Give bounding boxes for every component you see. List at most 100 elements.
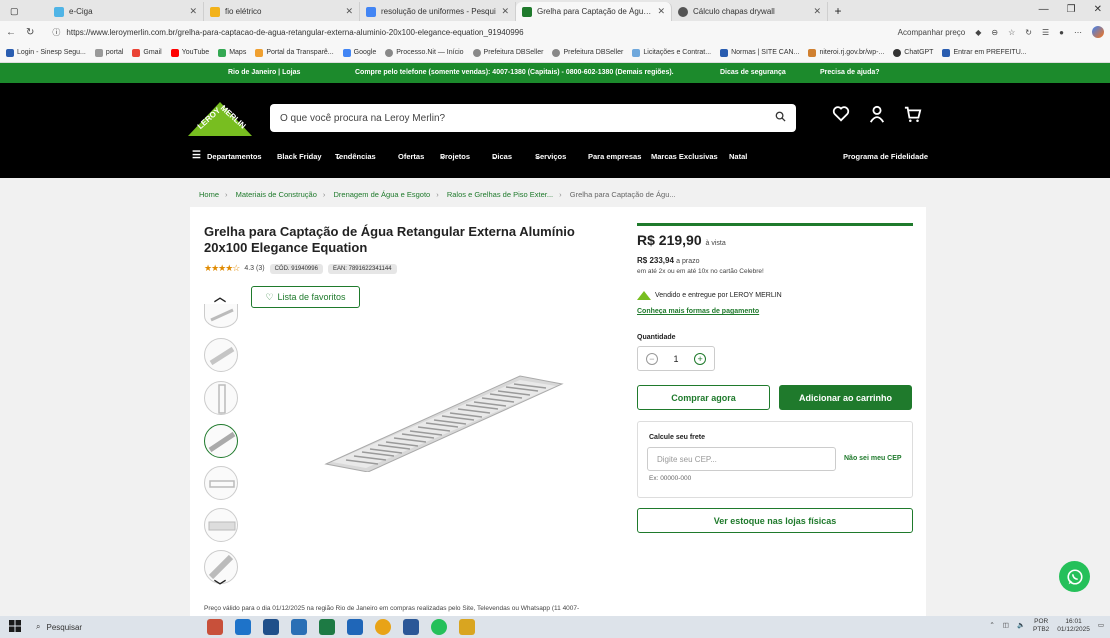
check-stock-button[interactable]: Ver estoque nas lojas físicas [637, 508, 913, 533]
user-icon[interactable] [868, 105, 886, 128]
quantity-value[interactable]: 1 [673, 354, 678, 364]
windows-start-icon[interactable] [9, 620, 21, 634]
bookmark-item[interactable]: portal [94, 48, 123, 57]
bookmark-item[interactable]: Normas | SITE CAN... [720, 48, 799, 57]
bookmark-item[interactable]: Prefeitura DBSeller [552, 48, 623, 57]
payment-methods-link[interactable]: Conheça mais formas de pagamento [637, 308, 759, 315]
bookmark-item[interactable]: Entrar em PREFEITU... [942, 48, 1027, 57]
tab-0[interactable]: e-Ciga ✕ [48, 2, 204, 21]
tab-actions-icon[interactable]: ▢ [10, 6, 19, 17]
rating-stars[interactable]: ★★★★☆ [204, 263, 240, 274]
nav-marcas-exclusivas[interactable]: Marcas Exclusivas [651, 152, 718, 161]
gallery-thumbnail-selected[interactable] [204, 424, 238, 458]
cart-icon[interactable] [904, 105, 922, 128]
close-tab-icon[interactable]: ✕ [813, 6, 821, 17]
chevron-up-icon[interactable]: ⌃ [989, 622, 994, 630]
refresh-extension-icon[interactable]: ↻ [1025, 28, 1032, 37]
network-icon[interactable]: ◫ [1003, 622, 1009, 630]
breadcrumb-item[interactable]: Drenagem de Água e Esgoto [334, 190, 431, 199]
file-explorer-icon[interactable] [459, 619, 475, 635]
nav-loyalty-program[interactable]: Programa de Fidelidade [843, 152, 928, 161]
tab-2[interactable]: resolução de uniformes - Pesqui ✕ [360, 2, 516, 21]
more-icon[interactable]: ⋯ [1074, 28, 1082, 37]
gallery-thumbnail[interactable] [204, 381, 238, 415]
close-tab-icon[interactable]: ✕ [189, 6, 197, 17]
whatsapp-button[interactable] [1059, 561, 1090, 592]
cep-input[interactable]: Digite seu CEP... [647, 447, 836, 471]
favorites-button[interactable]: ♡ Lista de favoritos [251, 286, 360, 308]
buy-now-button[interactable]: Comprar agora [637, 385, 770, 410]
volume-icon[interactable]: 🔈 [1017, 622, 1025, 630]
tag-icon[interactable]: ◆ [975, 28, 981, 37]
add-to-cart-button[interactable]: Adicionar ao carrinho [779, 385, 912, 410]
minus-icon[interactable]: − [645, 352, 658, 365]
gallery-thumbnail[interactable] [204, 304, 238, 328]
help-link[interactable]: Precisa de ajuda? [820, 69, 880, 76]
tab-1[interactable]: fio elétrico ✕ [204, 2, 360, 21]
chevron-up-icon[interactable]: ︿ [214, 288, 226, 305]
nav-natal[interactable]: Natal [729, 152, 747, 161]
leroy-merlin-logo[interactable]: LEROY MERLIN [186, 96, 254, 138]
bookmark-item[interactable]: Prefeitura DBSeller [472, 48, 543, 57]
bookmark-item[interactable]: Login - Sinesp Segu... [6, 48, 86, 57]
heart-icon[interactable] [832, 105, 850, 128]
reload-icon[interactable]: ↻ [26, 27, 34, 38]
bookmark-item[interactable]: Maps [218, 48, 246, 57]
edge-icon[interactable] [235, 619, 251, 635]
bookmark-item[interactable]: ChatGPT [893, 48, 933, 57]
minimize-icon[interactable]: — [1039, 4, 1049, 15]
site-info-icon[interactable]: ⓘ [52, 27, 60, 38]
app-icon[interactable] [207, 619, 223, 635]
plus-icon[interactable]: + [694, 352, 707, 365]
nav-para-empresas[interactable]: Para empresas [588, 152, 641, 161]
taskbar-search[interactable]: ⌕ Pesquisar [28, 619, 193, 635]
word-icon[interactable] [403, 619, 419, 635]
chrome-icon[interactable] [375, 619, 391, 635]
dont-know-cep-link[interactable]: Não sei meu CEP [844, 455, 902, 462]
close-tab-icon[interactable]: ✕ [345, 6, 353, 17]
app-icon[interactable] [263, 619, 279, 635]
zoom-icon[interactable]: ⊖ [991, 28, 998, 37]
chevron-down-icon[interactable]: ﹀ [214, 577, 226, 594]
url-field[interactable]: ⓘ https://www.leroymerlin.com.br/grelha-… [44, 24, 887, 41]
close-window-icon[interactable]: ✕ [1094, 4, 1102, 15]
gallery-thumbnail[interactable] [204, 466, 238, 500]
notification-icon[interactable]: ▭ [1098, 622, 1104, 630]
gallery-thumbnail[interactable] [204, 508, 238, 542]
bookmark-item[interactable]: Processo.Nit — Início [385, 48, 464, 57]
bookmark-item[interactable]: Portal da Transparê... [255, 48, 334, 57]
nav-departamentos[interactable]: Departamentos [207, 152, 262, 161]
tab-4[interactable]: Cálculo chapas drywall ✕ [672, 2, 828, 21]
rating-value[interactable]: 4.3 (3) [244, 265, 264, 272]
app-icon[interactable] [291, 619, 307, 635]
bookmark-item[interactable]: Google [342, 48, 376, 57]
back-icon[interactable]: ← [6, 27, 16, 38]
search-input[interactable]: O que você procura na Leroy Merlin? [270, 104, 796, 132]
excel-icon[interactable] [319, 619, 335, 635]
product-main-image[interactable] [320, 372, 568, 473]
tab-3[interactable]: Grelha para Captação de Água Re ✕ [516, 2, 672, 21]
favorite-star-icon[interactable]: ☆ [1008, 28, 1015, 37]
close-tab-icon[interactable]: ✕ [501, 6, 509, 17]
breadcrumb-item[interactable]: Materiais de Construção [236, 190, 317, 199]
nav-black-friday[interactable]: Black Friday [277, 152, 322, 161]
bookmark-item[interactable]: Licitações e Contrat... [632, 48, 711, 57]
store-location-link[interactable]: Rio de Janeiro | Lojas [228, 69, 300, 76]
search-icon[interactable] [775, 111, 786, 125]
copilot-icon[interactable] [1092, 26, 1104, 38]
new-tab-icon[interactable]: + [828, 2, 848, 21]
favorites-icon[interactable]: ☰ [1042, 28, 1049, 37]
track-price-button[interactable]: Acompanhar preço [898, 28, 966, 37]
bookmark-item[interactable]: YouTube [170, 48, 209, 57]
gallery-thumbnail[interactable] [204, 338, 238, 372]
security-tips-link[interactable]: Dicas de segurança [720, 69, 786, 76]
close-tab-icon[interactable]: ✕ [657, 6, 665, 17]
nav-ofertas[interactable]: Ofertas [398, 152, 424, 161]
restore-icon[interactable]: ❐ [1067, 4, 1076, 15]
breadcrumb-home[interactable]: Home [199, 190, 219, 199]
breadcrumb-item[interactable]: Ralos e Grelhas de Piso Exter... [447, 190, 553, 199]
bookmark-item[interactable]: Gmail [132, 48, 162, 57]
app-icon[interactable] [347, 619, 363, 635]
profile-icon[interactable]: ● [1059, 28, 1064, 37]
language-indicator[interactable]: POR PTB2 [1033, 618, 1049, 634]
